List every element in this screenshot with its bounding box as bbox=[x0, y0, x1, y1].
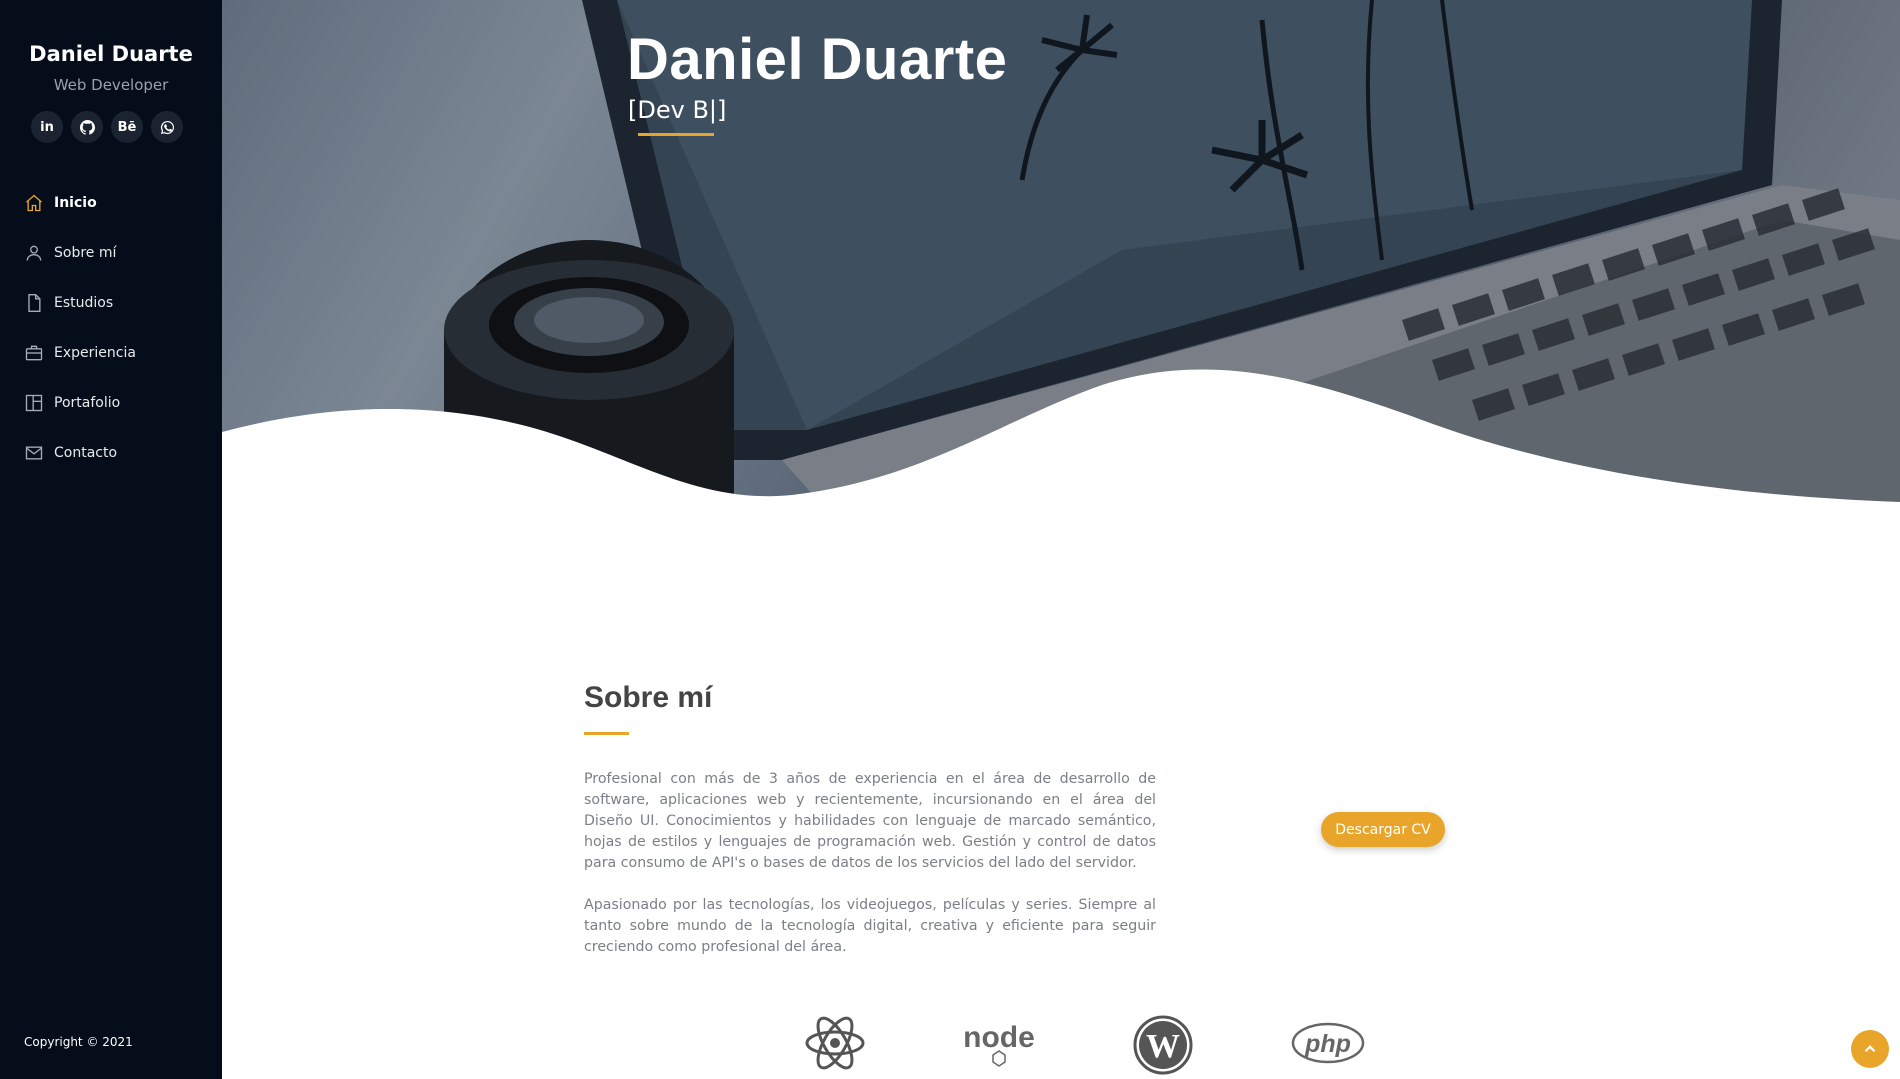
php-label: php bbox=[1304, 1030, 1351, 1058]
about-underline bbox=[584, 732, 629, 735]
about-paragraph-2: Apasionado por las tecnologías, los vide… bbox=[584, 897, 1156, 955]
nodejs-label: node bbox=[963, 1021, 1035, 1054]
react-icon bbox=[795, 1013, 875, 1079]
whatsapp-icon[interactable] bbox=[151, 111, 183, 143]
hero-underline bbox=[638, 133, 714, 136]
scroll-to-top-button[interactable] bbox=[1851, 1030, 1889, 1068]
hero-banner: Daniel Duarte [Dev B|] bbox=[222, 0, 1900, 505]
nav-item-estudios[interactable]: Estudios bbox=[24, 278, 214, 328]
nav-item-portafolio[interactable]: Portafolio bbox=[24, 378, 214, 428]
envelope-icon bbox=[25, 446, 43, 460]
user-icon bbox=[26, 245, 42, 261]
nav-item-sobre-mi[interactable]: Sobre mí bbox=[24, 228, 214, 278]
nav-item-label: Estudios bbox=[54, 295, 114, 311]
linkedin-icon[interactable]: in bbox=[31, 111, 63, 143]
nav-item-label: Inicio bbox=[54, 195, 97, 211]
hero-title: Daniel Duarte bbox=[627, 27, 1008, 92]
wordpress-icon: W bbox=[1123, 1013, 1203, 1079]
nav-item-label: Contacto bbox=[54, 445, 118, 461]
about-paragraph-1: Profesional con más de 3 años de experie… bbox=[584, 771, 1156, 871]
copyright: Copyright © 2021 bbox=[24, 1035, 133, 1049]
behance-icon[interactable]: Bē bbox=[111, 111, 143, 143]
about-title: Sobre mí bbox=[584, 681, 713, 714]
nav-item-label: Experiencia bbox=[54, 345, 136, 361]
nodejs-icon: node bbox=[959, 1013, 1039, 1079]
nav-item-experiencia[interactable]: Experiencia bbox=[24, 328, 214, 378]
document-icon bbox=[28, 294, 41, 312]
hero-background-image bbox=[222, 0, 1900, 505]
hero-typed-text: [Dev B|] bbox=[628, 96, 727, 124]
layout-icon bbox=[25, 394, 43, 412]
svg-text:W: W bbox=[1146, 1028, 1180, 1065]
nav-item-inicio[interactable]: Inicio bbox=[24, 178, 214, 228]
social-links: in Bē bbox=[31, 111, 183, 143]
main-nav: Inicio Sobre mí Estudios Experiencia Por… bbox=[24, 178, 214, 478]
sidebar-name: Daniel Duarte bbox=[29, 42, 193, 66]
sidebar-role: Web Developer bbox=[53, 76, 169, 94]
nav-item-label: Portafolio bbox=[54, 395, 121, 411]
home-icon bbox=[26, 194, 42, 212]
sidebar: Daniel Duarte Web Developer in Bē Inicio… bbox=[0, 0, 222, 1079]
download-cv-button[interactable]: Descargar CV bbox=[1321, 812, 1445, 847]
briefcase-icon bbox=[25, 345, 43, 361]
nav-item-contacto[interactable]: Contacto bbox=[24, 428, 214, 478]
github-icon[interactable] bbox=[71, 111, 103, 143]
chevron-up-icon bbox=[1864, 1045, 1876, 1053]
php-icon: php bbox=[1288, 1013, 1368, 1079]
nav-item-label: Sobre mí bbox=[54, 245, 117, 261]
